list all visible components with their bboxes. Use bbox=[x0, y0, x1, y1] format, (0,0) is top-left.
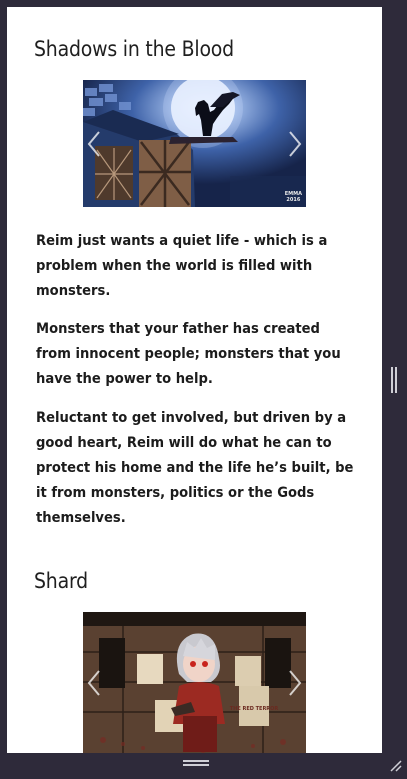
image-slider-shard[interactable]: THE RED TERROR bbox=[83, 612, 306, 753]
poster-text: THE RED TERROR bbox=[230, 706, 279, 712]
book-title-shadows: Shadows in the Blood bbox=[34, 37, 234, 61]
slide-image-shard-girl: THE RED TERROR bbox=[83, 612, 306, 753]
watermark-line-2: 2016 bbox=[286, 197, 301, 203]
resize-grip-icon[interactable] bbox=[388, 758, 402, 772]
content-page: Shadows in the Blood EMMA 2016 Reim just… bbox=[7, 7, 382, 753]
slide-image-vampire-rooftop bbox=[83, 80, 306, 207]
slide-watermark: EMMA 2016 bbox=[285, 191, 302, 203]
window-frame-top bbox=[0, 0, 407, 7]
book-description-paragraph: Reluctant to get involved, but driven by… bbox=[36, 409, 354, 526]
chevron-left-icon[interactable] bbox=[86, 130, 102, 158]
book-title-shard: Shard bbox=[34, 569, 88, 593]
book-description-paragraph: Monsters that your father has created fr… bbox=[36, 320, 341, 387]
horizontal-drag-handle-icon[interactable] bbox=[183, 760, 209, 767]
image-slider-shadows[interactable]: EMMA 2016 bbox=[83, 80, 306, 207]
vertical-drag-handle-icon[interactable] bbox=[391, 367, 398, 393]
book-description-paragraph: Reim just wants a quiet life - which is … bbox=[36, 232, 328, 299]
chevron-right-icon[interactable] bbox=[287, 130, 303, 158]
chevron-right-icon[interactable] bbox=[287, 669, 303, 697]
chevron-left-icon[interactable] bbox=[86, 669, 102, 697]
